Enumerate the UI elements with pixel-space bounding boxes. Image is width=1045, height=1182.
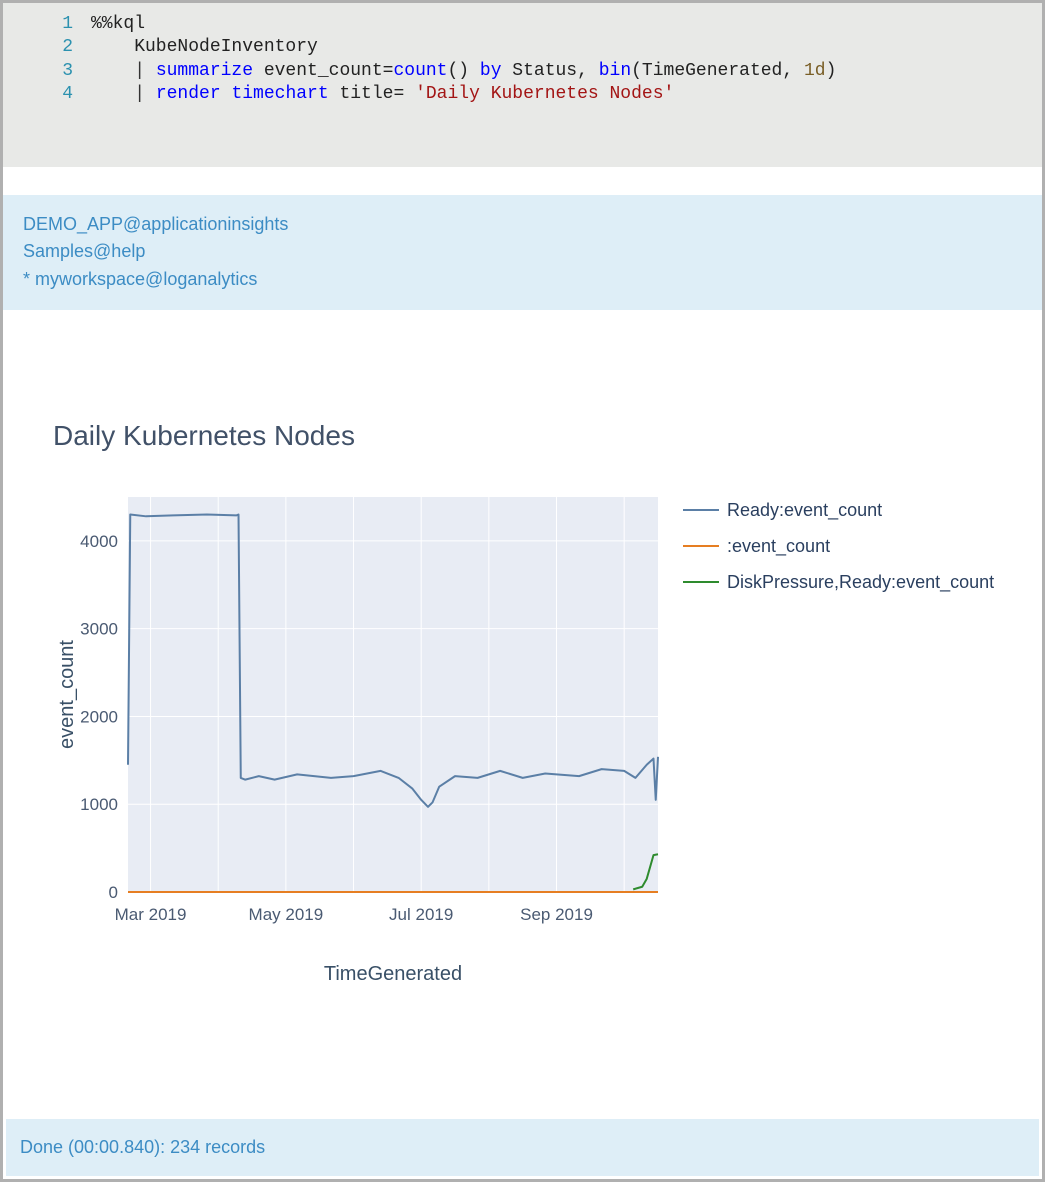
line-number: 1 — [3, 13, 91, 36]
chart-legend[interactable]: Ready:event_count:event_countDiskPressur… — [683, 492, 994, 600]
legend-item[interactable]: Ready:event_count — [683, 492, 994, 528]
code-line[interactable]: 3 | summarize event_count=count() by Sta… — [3, 60, 1042, 83]
legend-label: Ready:event_count — [727, 492, 882, 528]
datasource-list: DEMO_APP@applicationinsights Samples@hel… — [3, 195, 1042, 311]
svg-text:2000: 2000 — [80, 708, 118, 727]
legend-label: :event_count — [727, 528, 830, 564]
svg-text:event_count: event_count — [56, 640, 78, 749]
svg-text:TimeGenerated: TimeGenerated — [324, 963, 462, 985]
code-cell[interactable]: 1%%kql2 KubeNodeInventory3 | summarize e… — [3, 3, 1042, 167]
svg-text:0: 0 — [109, 883, 118, 902]
svg-text:May 2019: May 2019 — [249, 905, 324, 924]
code-line[interactable]: 2 KubeNodeInventory — [3, 36, 1042, 59]
legend-swatch — [683, 581, 719, 583]
line-number: 4 — [3, 83, 91, 106]
datasource-item: Samples@help — [23, 238, 1022, 266]
chart-plot[interactable]: 0 1000 2000 3000 4000 Mar 2019 May 2019 Jul 201… — [53, 492, 663, 997]
code-line[interactable]: 4 | render timechart title= 'Daily Kuber… — [3, 83, 1042, 106]
code-content[interactable]: | summarize event_count=count() by Statu… — [91, 60, 836, 83]
legend-item[interactable]: :event_count — [683, 528, 994, 564]
status-bar: Done (00:00.840): 234 records — [6, 1119, 1039, 1176]
legend-swatch — [683, 509, 719, 511]
svg-text:Mar 2019: Mar 2019 — [115, 905, 187, 924]
datasource-item: * myworkspace@loganalytics — [23, 266, 1022, 294]
legend-swatch — [683, 545, 719, 547]
line-number: 3 — [3, 60, 91, 83]
code-content[interactable]: %%kql — [91, 13, 145, 36]
svg-text:Jul 2019: Jul 2019 — [389, 905, 453, 924]
chart-title: Daily Kubernetes Nodes — [53, 420, 1012, 452]
datasource-item: DEMO_APP@applicationinsights — [23, 211, 1022, 239]
code-content[interactable]: | render timechart title= 'Daily Kuberne… — [91, 83, 674, 106]
code-content[interactable]: KubeNodeInventory — [91, 36, 318, 59]
legend-item[interactable]: DiskPressure,Ready:event_count — [683, 564, 994, 600]
line-number: 2 — [3, 36, 91, 59]
svg-text:4000: 4000 — [80, 532, 118, 551]
code-line[interactable]: 1%%kql — [3, 13, 1042, 36]
status-text: Done (00:00.840): 234 records — [20, 1137, 265, 1157]
legend-label: DiskPressure,Ready:event_count — [727, 564, 994, 600]
svg-text:1000: 1000 — [80, 795, 118, 814]
svg-text:Sep 2019: Sep 2019 — [520, 905, 593, 924]
chart-output: Daily Kubernetes Nodes 0 1000 2000 3000 4000… — [3, 310, 1042, 1017]
svg-text:3000: 3000 — [80, 620, 118, 639]
